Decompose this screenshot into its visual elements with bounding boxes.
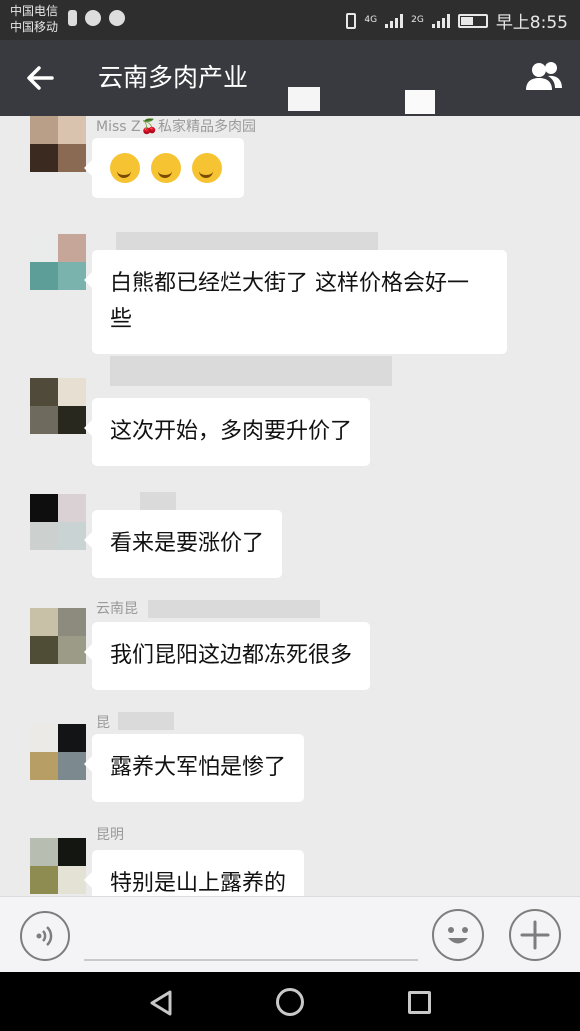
thinking-emoji-icon (192, 153, 222, 183)
network-1-label: 4G (364, 15, 378, 25)
signal-1-icon (385, 13, 404, 28)
voice-input-icon[interactable] (20, 911, 70, 961)
sim-alert-icon (68, 10, 77, 26)
signal-2-icon (431, 13, 450, 28)
redacted-sender-name (118, 712, 174, 730)
redacted-sender-name (140, 492, 176, 510)
notification-icons (68, 10, 125, 26)
avatar[interactable] (30, 608, 86, 664)
message-text: 这次开始，多肉要升价了 (110, 419, 353, 444)
avatar[interactable] (30, 234, 86, 290)
battery-icon (457, 13, 488, 28)
thinking-emoji-icon (110, 153, 140, 183)
app-notification-icon (109, 10, 125, 26)
plus-icon[interactable] (509, 909, 561, 961)
carrier-2: 中国移动 (10, 20, 59, 34)
avatar[interactable] (30, 116, 86, 172)
status-bar: 中国电信 中国移动 4G 2G 早上8:55 (0, 0, 580, 40)
network-2-label: 2G (411, 15, 424, 25)
nav-recent-square-icon[interactable] (408, 991, 431, 1014)
avatar[interactable] (30, 838, 86, 894)
thinking-emoji-icon (151, 153, 181, 183)
redaction-block (288, 87, 320, 111)
carrier-names: 中国电信 中国移动 (10, 3, 58, 35)
message-bubble[interactable]: 这次开始，多肉要升价了 (83, 398, 371, 466)
message-bubble[interactable] (84, 138, 244, 198)
redacted-sender-name (116, 232, 378, 250)
message-text: 露养大军怕是惨了 (110, 755, 287, 780)
sender-name: 昆 (96, 715, 110, 731)
redacted-sender-name (148, 600, 320, 618)
message-text: 我们昆阳这边都冻死很多 (110, 643, 353, 668)
sender-name: Miss Z🍒私家精品多肉园 (96, 119, 257, 135)
vibrate-icon (346, 12, 357, 29)
cloud-icon (85, 10, 101, 26)
group-members-icon[interactable] (522, 58, 566, 98)
message-text: 看来是要涨价了 (110, 531, 265, 556)
message-bubble[interactable]: 白熊都已经烂大街了 这样价格会好一些 (84, 250, 507, 354)
message-list[interactable]: Miss Z🍒私家精品多肉园 白熊都已经烂大街了 这样价格会好一些 这次开始，多… (0, 116, 580, 896)
system-nav-bar (0, 972, 580, 1031)
message-input[interactable] (84, 959, 418, 961)
message-text: 特别是山上露养的 (110, 871, 287, 896)
back-arrow-icon[interactable] (22, 60, 58, 96)
message-text: 白熊都已经烂大街了 这样价格会好一些 (110, 271, 469, 332)
sender-name: 昆明 (96, 827, 124, 843)
carrier-1: 中国电信 (10, 4, 59, 18)
emoji-face-icon[interactable] (432, 909, 484, 961)
status-right: 4G 2G 早上8:55 (346, 8, 568, 33)
avatar[interactable] (30, 724, 86, 780)
nav-home-circle-icon[interactable] (276, 988, 304, 1016)
chat-input-bar (0, 896, 580, 972)
message-bubble[interactable]: 看来是要涨价了 (83, 510, 283, 578)
chat-title: 云南多肉产业 (98, 63, 249, 92)
chat-header: 云南多肉产业 (0, 40, 580, 116)
redaction-block (405, 90, 435, 114)
message-bubble[interactable]: 露养大军怕是惨了 (83, 734, 305, 802)
avatar[interactable] (30, 494, 86, 550)
sender-name: 云南昆 (96, 601, 138, 617)
avatar[interactable] (30, 378, 86, 434)
nav-back-triangle-icon[interactable] (146, 988, 176, 1018)
redacted-sender-name (110, 356, 392, 386)
status-time: 早上8:55 (495, 13, 568, 33)
message-bubble[interactable]: 特别是山上露养的 (83, 850, 305, 896)
message-bubble[interactable]: 我们昆阳这边都冻死很多 (83, 622, 371, 690)
